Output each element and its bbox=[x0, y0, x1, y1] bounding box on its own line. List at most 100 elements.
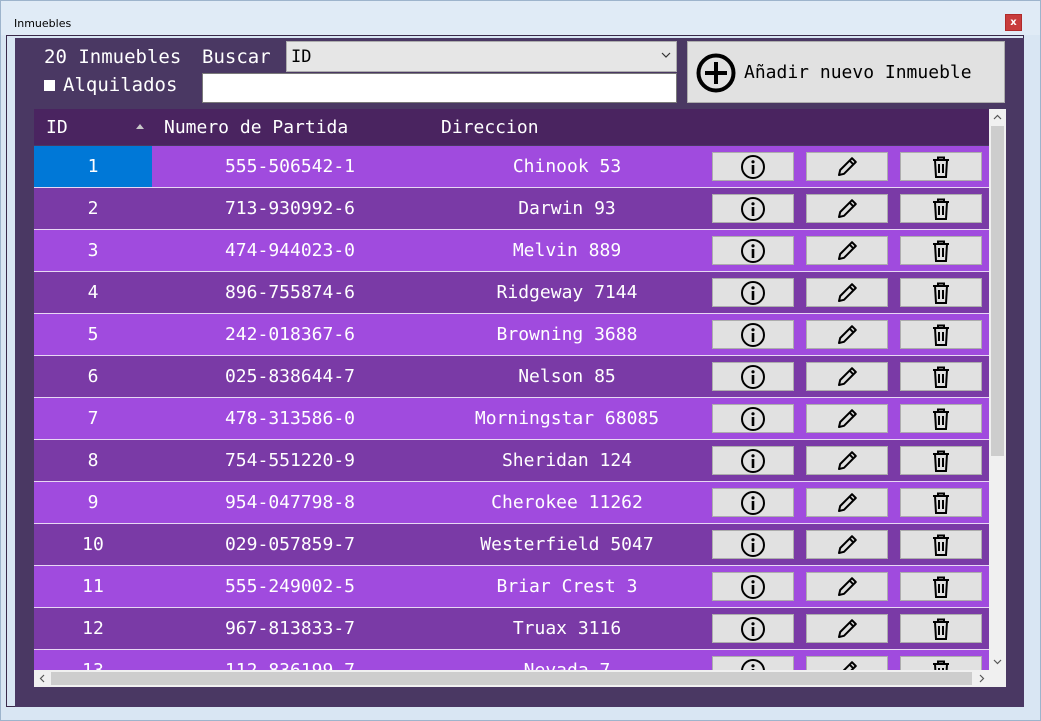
cell-partida[interactable]: 555-249002-5 bbox=[152, 566, 428, 607]
cell-partida[interactable]: 896-755874-6 bbox=[152, 272, 428, 313]
horizontal-scrollbar[interactable] bbox=[34, 670, 1006, 687]
delete-button[interactable] bbox=[900, 656, 982, 670]
delete-button[interactable] bbox=[900, 404, 982, 433]
delete-button[interactable] bbox=[900, 278, 982, 307]
cell-direccion[interactable]: Morningstar 68085 bbox=[428, 398, 706, 439]
cell-partida[interactable]: 029-057859-7 bbox=[152, 524, 428, 565]
info-button[interactable] bbox=[712, 446, 794, 475]
cell-id[interactable]: 1 bbox=[34, 146, 152, 187]
info-button[interactable] bbox=[712, 656, 794, 670]
cell-partida[interactable]: 954-047798-8 bbox=[152, 482, 428, 523]
info-button[interactable] bbox=[712, 614, 794, 643]
info-button[interactable] bbox=[712, 404, 794, 433]
edit-button[interactable] bbox=[806, 194, 888, 223]
edit-button[interactable] bbox=[806, 614, 888, 643]
cell-partida[interactable]: 555-506542-1 bbox=[152, 146, 428, 187]
cell-direccion[interactable]: Westerfield 5047 bbox=[428, 524, 706, 565]
cell-id[interactable]: 4 bbox=[34, 272, 152, 313]
rented-label[interactable]: Alquilados bbox=[63, 74, 177, 96]
cell-direccion[interactable]: Melvin 889 bbox=[428, 230, 706, 271]
close-button[interactable]: x bbox=[1005, 14, 1022, 31]
info-button[interactable] bbox=[712, 572, 794, 601]
cell-id[interactable]: 5 bbox=[34, 314, 152, 355]
scroll-right-icon[interactable] bbox=[977, 674, 986, 683]
edit-button[interactable] bbox=[806, 488, 888, 517]
cell-direccion[interactable]: Browning 3688 bbox=[428, 314, 706, 355]
cell-direccion[interactable]: Cherokee 11262 bbox=[428, 482, 706, 523]
delete-button[interactable] bbox=[900, 530, 982, 559]
cell-direccion[interactable]: Briar Crest 3 bbox=[428, 566, 706, 607]
info-button[interactable] bbox=[712, 488, 794, 517]
vertical-scrollbar[interactable] bbox=[989, 109, 1006, 670]
cell-id[interactable]: 13 bbox=[34, 650, 152, 670]
cell-id[interactable]: 7 bbox=[34, 398, 152, 439]
edit-button[interactable] bbox=[806, 362, 888, 391]
scroll-down-icon[interactable] bbox=[993, 657, 1002, 666]
delete-button[interactable] bbox=[900, 194, 982, 223]
vertical-scroll-thumb[interactable] bbox=[991, 126, 1004, 456]
cell-direccion[interactable]: Sheridan 124 bbox=[428, 440, 706, 481]
search-input[interactable] bbox=[202, 73, 677, 103]
cell-direccion[interactable]: Darwin 93 bbox=[428, 188, 706, 229]
table-row[interactable]: 2 713-930992-6 Darwin 93 bbox=[34, 188, 989, 230]
cell-partida[interactable]: 478-313586-0 bbox=[152, 398, 428, 439]
info-button[interactable] bbox=[712, 278, 794, 307]
horizontal-scroll-thumb[interactable] bbox=[51, 672, 972, 685]
delete-button[interactable] bbox=[900, 320, 982, 349]
delete-button[interactable] bbox=[900, 614, 982, 643]
table-row[interactable]: 6 025-838644-7 Nelson 85 bbox=[34, 356, 989, 398]
cell-id[interactable]: 12 bbox=[34, 608, 152, 649]
delete-button[interactable] bbox=[900, 488, 982, 517]
info-button[interactable] bbox=[712, 194, 794, 223]
table-row[interactable]: 9 954-047798-8 Cherokee 11262 bbox=[34, 482, 989, 524]
cell-partida[interactable]: 754-551220-9 bbox=[152, 440, 428, 481]
delete-button[interactable] bbox=[900, 362, 982, 391]
cell-partida[interactable]: 025-838644-7 bbox=[152, 356, 428, 397]
edit-button[interactable] bbox=[806, 656, 888, 670]
cell-direccion[interactable]: Truax 3116 bbox=[428, 608, 706, 649]
edit-button[interactable] bbox=[806, 530, 888, 559]
cell-id[interactable]: 6 bbox=[34, 356, 152, 397]
table-row[interactable]: 3 474-944023-0 Melvin 889 bbox=[34, 230, 989, 272]
cell-direccion[interactable]: Chinook 53 bbox=[428, 146, 706, 187]
cell-id[interactable]: 2 bbox=[34, 188, 152, 229]
edit-button[interactable] bbox=[806, 572, 888, 601]
rented-checkbox[interactable] bbox=[44, 80, 55, 91]
info-button[interactable] bbox=[712, 320, 794, 349]
cell-id[interactable]: 8 bbox=[34, 440, 152, 481]
edit-button[interactable] bbox=[806, 236, 888, 265]
edit-button[interactable] bbox=[806, 320, 888, 349]
scroll-left-icon[interactable] bbox=[38, 674, 47, 683]
table-row[interactable]: 1 555-506542-1 Chinook 53 bbox=[34, 146, 989, 188]
delete-button[interactable] bbox=[900, 152, 982, 181]
title-bar[interactable]: Inmuebles x bbox=[1, 1, 1040, 35]
cell-id[interactable]: 9 bbox=[34, 482, 152, 523]
add-property-button[interactable]: Añadir nuevo Inmueble bbox=[687, 41, 1005, 103]
table-row[interactable]: 7 478-313586-0 Morningstar 68085 bbox=[34, 398, 989, 440]
table-row[interactable]: 8 754-551220-9 Sheridan 124 bbox=[34, 440, 989, 482]
column-header-id[interactable]: ID bbox=[46, 117, 68, 138]
table-row[interactable]: 13112-836199-7Nevada 7 bbox=[34, 650, 989, 670]
cell-partida[interactable]: 242-018367-6 bbox=[152, 314, 428, 355]
scroll-up-icon[interactable] bbox=[993, 113, 1002, 122]
cell-direccion[interactable]: Nelson 85 bbox=[428, 356, 706, 397]
column-header-partida[interactable]: Numero de Partida bbox=[164, 117, 348, 138]
cell-direccion[interactable]: Ridgeway 7144 bbox=[428, 272, 706, 313]
table-row[interactable]: 12 967-813833-7 Truax 3116 bbox=[34, 608, 989, 650]
edit-button[interactable] bbox=[806, 446, 888, 475]
cell-partida[interactable]: 967-813833-7 bbox=[152, 608, 428, 649]
cell-direccion[interactable]: Nevada 7 bbox=[428, 650, 706, 670]
cell-id[interactable]: 3 bbox=[34, 230, 152, 271]
cell-partida[interactable]: 112-836199-7 bbox=[152, 650, 428, 670]
table-row[interactable]: 5 242-018367-6 Browning 3688 bbox=[34, 314, 989, 356]
cell-partida[interactable]: 713-930992-6 bbox=[152, 188, 428, 229]
info-button[interactable] bbox=[712, 152, 794, 181]
edit-button[interactable] bbox=[806, 278, 888, 307]
edit-button[interactable] bbox=[806, 404, 888, 433]
cell-id[interactable]: 11 bbox=[34, 566, 152, 607]
table-row[interactable]: 10 029-057859-7 Westerfield 5047 bbox=[34, 524, 989, 566]
table-row[interactable]: 11 555-249002-5 Briar Crest 3 bbox=[34, 566, 989, 608]
table-row[interactable]: 4 896-755874-6 Ridgeway 7144 bbox=[34, 272, 989, 314]
edit-button[interactable] bbox=[806, 152, 888, 181]
delete-button[interactable] bbox=[900, 446, 982, 475]
